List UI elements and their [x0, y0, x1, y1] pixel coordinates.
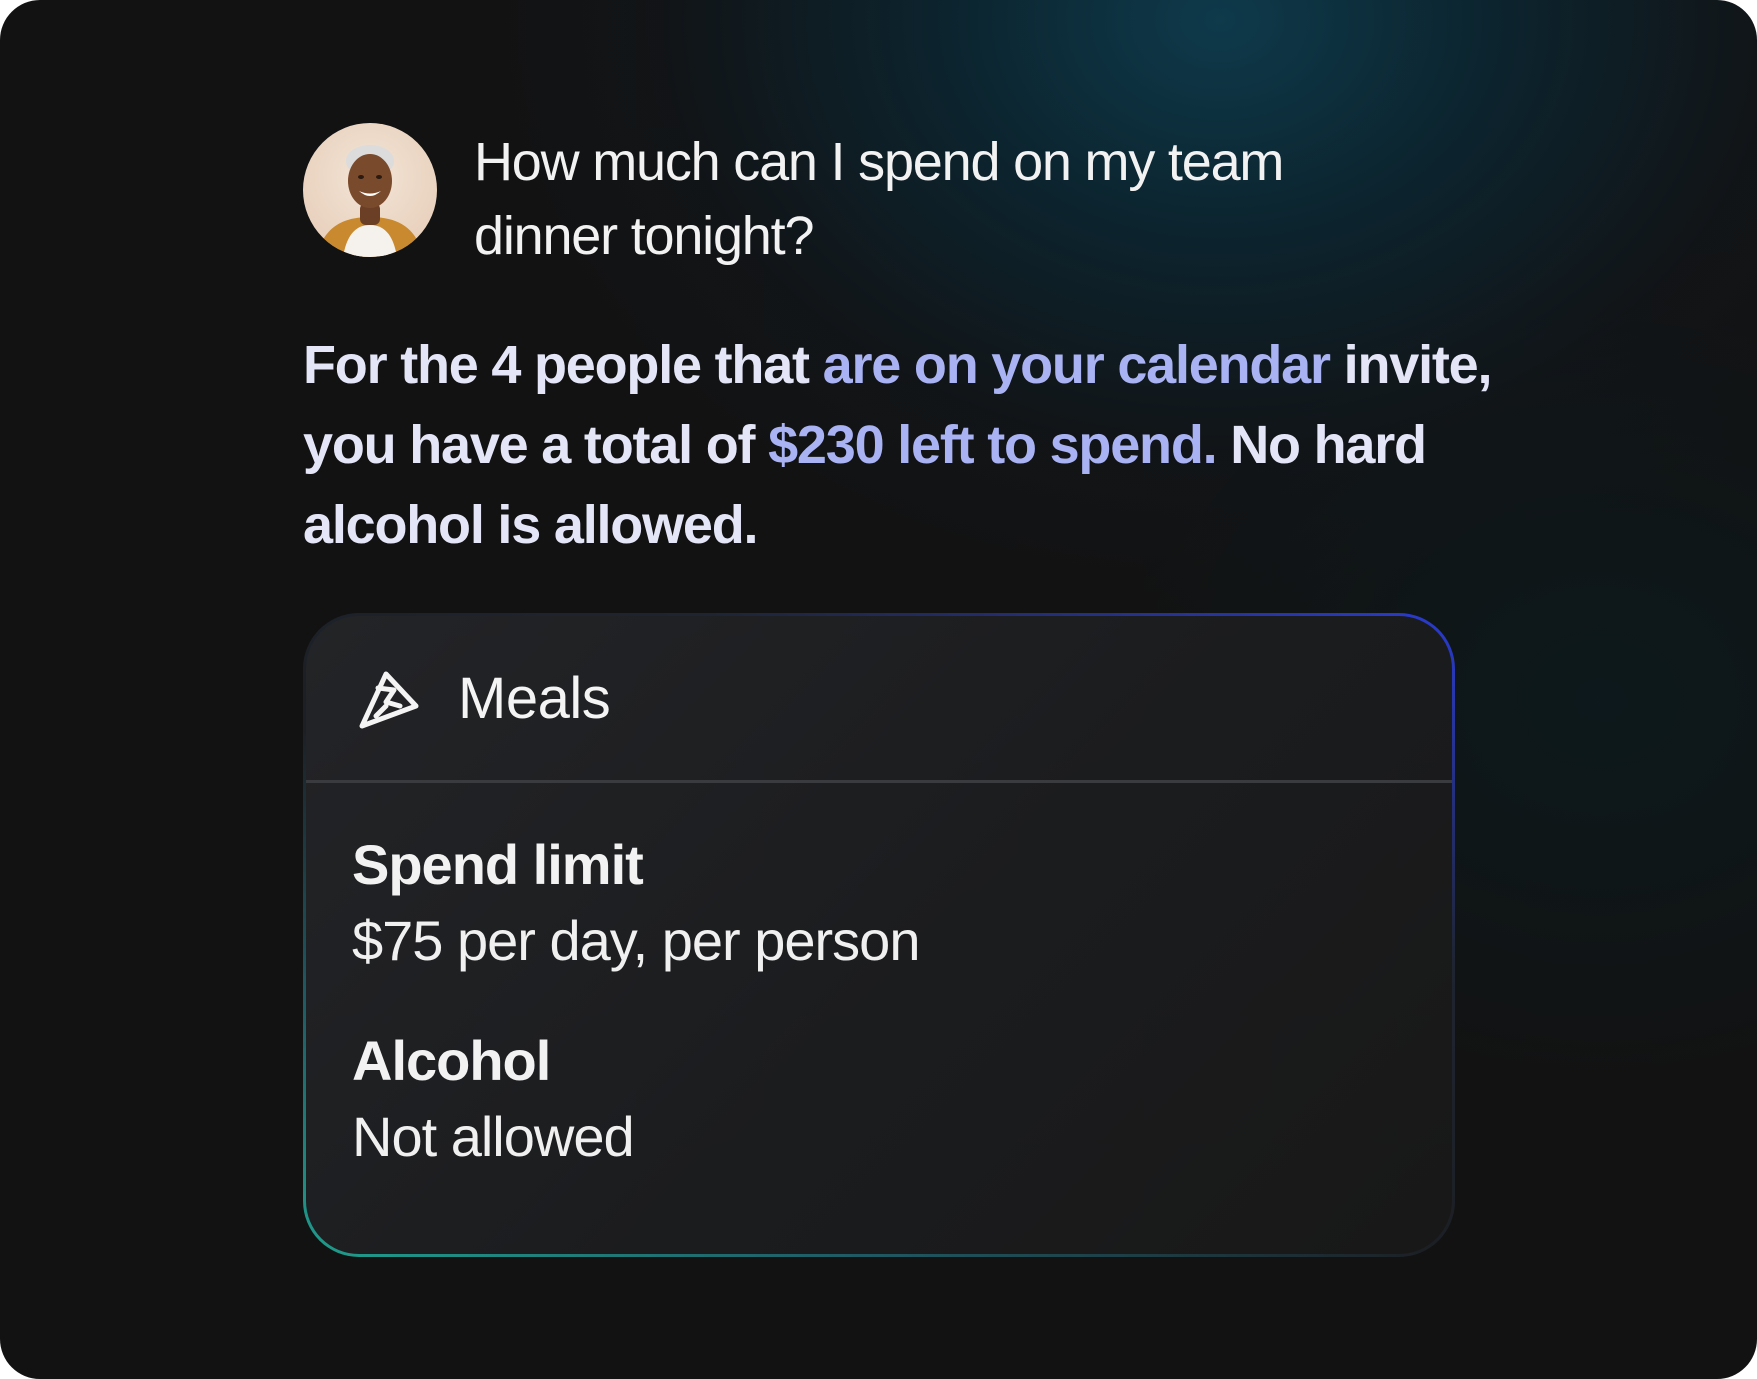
- answer-highlight-calendar: are on your calendar: [822, 335, 1331, 395]
- card-header: Meals: [306, 616, 1452, 783]
- rule-spend-limit: Spend limit $75 per day, per person: [352, 828, 920, 980]
- rule-label: Spend limit: [352, 833, 644, 896]
- assistant-answer: For the 4 people that are on your calend…: [303, 325, 1523, 565]
- rule-value: Not allowed: [352, 1105, 635, 1168]
- rule-alcohol: Alcohol Not allowed: [352, 1024, 635, 1176]
- avatar: [303, 123, 437, 257]
- meals-logo-icon: [359, 671, 419, 729]
- user-question: How much can I spend on my team dinner t…: [303, 123, 1294, 273]
- rule-label: Alcohol: [352, 1029, 551, 1092]
- answer-text: For the 4 people that: [303, 335, 823, 395]
- answer-highlight-amount: $230 left to spend.: [768, 415, 1218, 475]
- user-photo-icon: [303, 123, 437, 257]
- card-title: Meals: [458, 665, 611, 731]
- policy-card: Meals Spend limit $75 per day, per perso…: [303, 613, 1455, 1257]
- chat-panel: How much can I spend on my team dinner t…: [0, 0, 1757, 1379]
- rule-value: $75 per day, per person: [352, 909, 920, 972]
- question-text: How much can I spend on my team dinner t…: [474, 132, 1284, 266]
